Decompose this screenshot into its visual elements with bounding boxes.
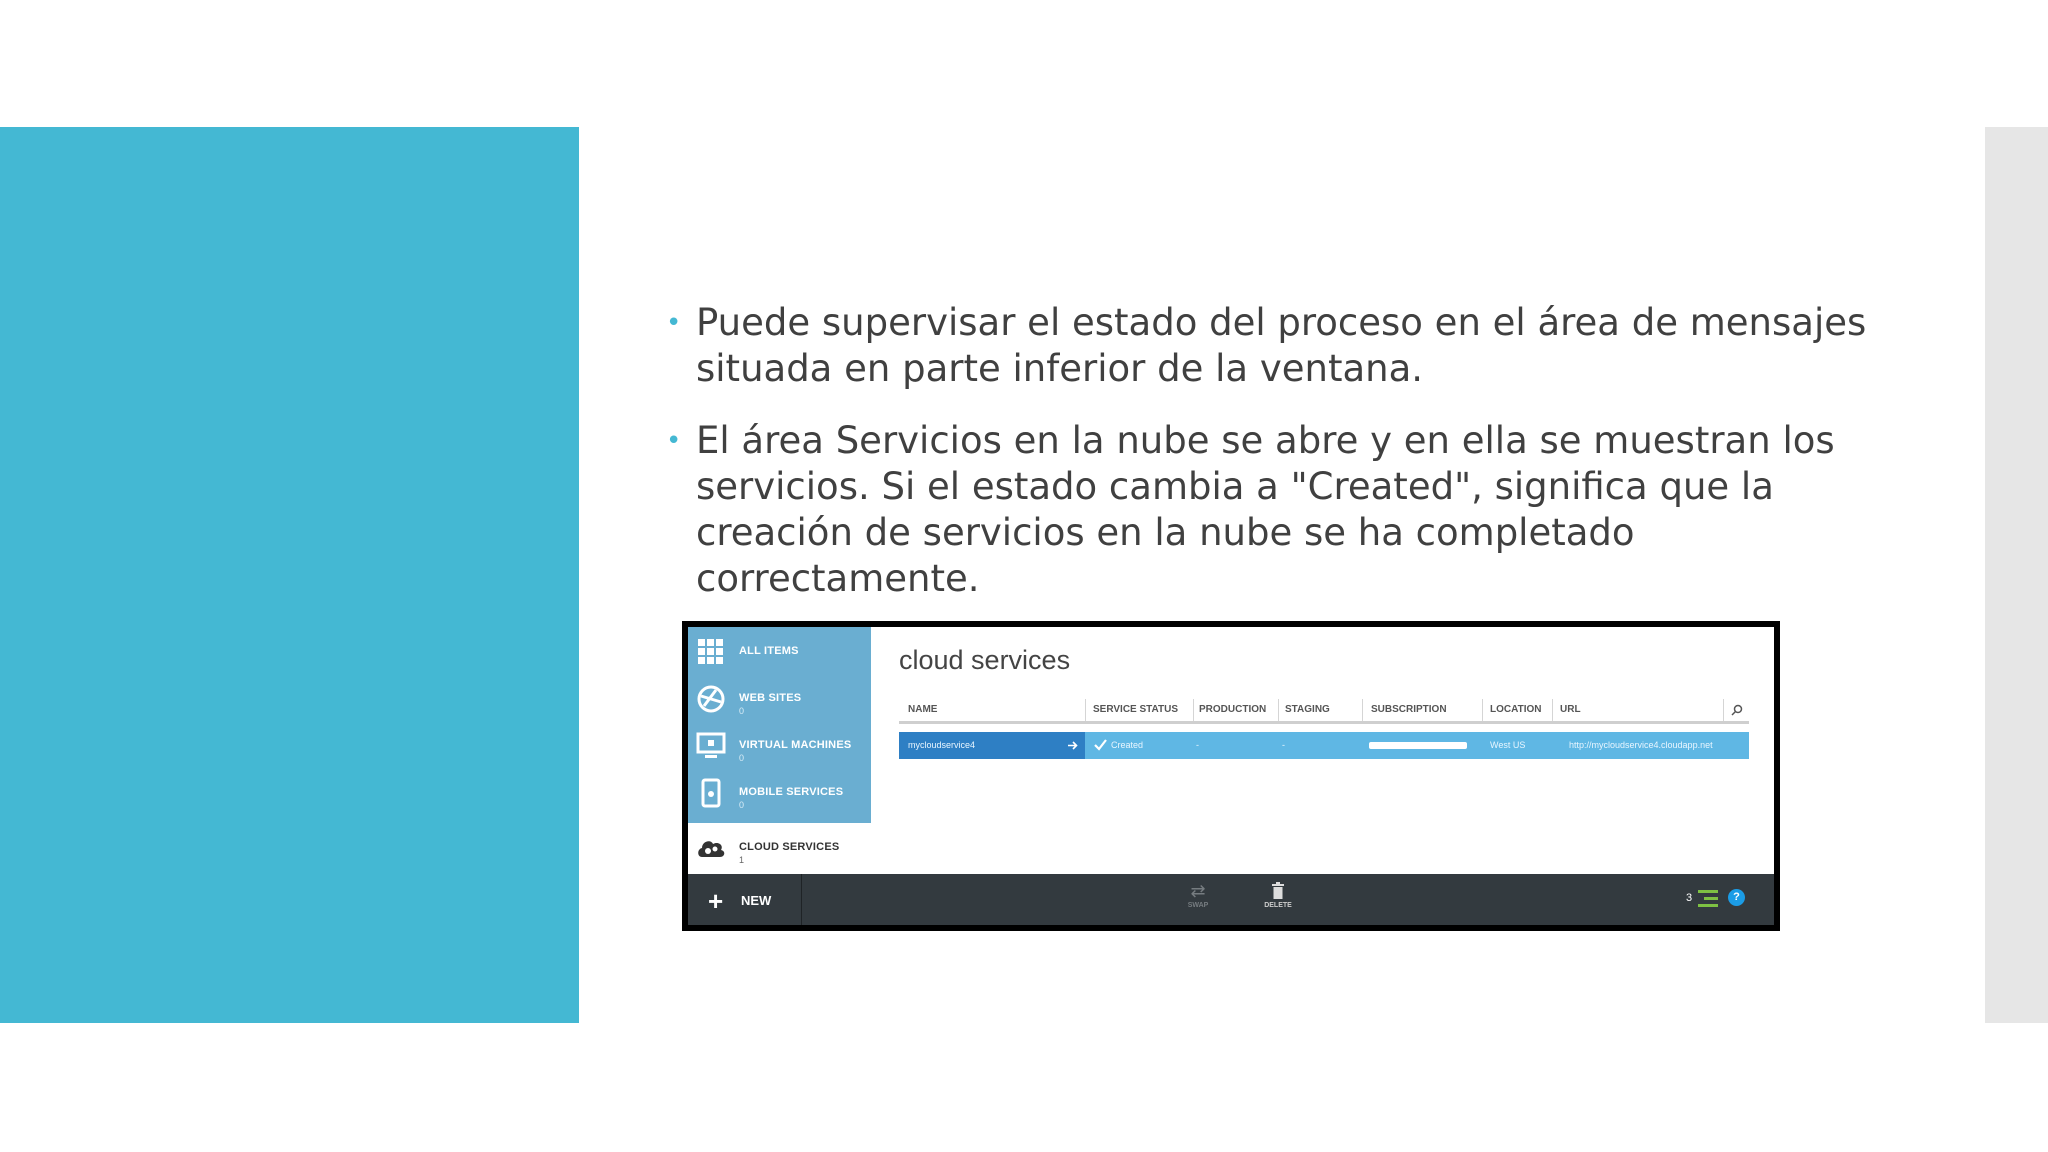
nav-count: 0 [739,706,745,716]
delete-button[interactable]: DELETE [1258,880,1298,909]
task-list-icon[interactable] [1696,888,1720,908]
nav-item-cloud-services[interactable]: CLOUD SERVICES 1 [688,823,871,870]
monitor-icon [696,732,726,758]
nav-label: MOBILE SERVICES [739,786,844,798]
column-divider [1193,699,1194,721]
bullet-item: • El área Servicios en la nube se abre y… [662,418,1882,602]
nav-label: WEB SITES [739,692,802,704]
slide-content: • Puede supervisar el estado del proceso… [662,300,1882,628]
column-header[interactable]: PRODUCTION [1199,704,1266,715]
checkmark-icon [1094,739,1107,751]
column-header[interactable]: LOCATION [1490,704,1541,715]
trash-icon [1272,882,1284,899]
service-status: Created [1111,740,1144,750]
nav-label: ALL ITEMS [739,645,799,657]
nav-label: VIRTUAL MACHINES [739,739,852,751]
column-divider [1723,699,1724,721]
production-value: - [1196,740,1199,750]
column-header[interactable]: URL [1560,704,1581,715]
bullet-text: Puede supervisar el estado del proceso e… [696,301,1867,390]
bullet-dot-icon: • [666,426,682,456]
service-name: mycloudservice4 [908,740,976,750]
command-bar: + NEW ⇄ SWAP DELETE 3 ? [688,874,1774,925]
new-label: NEW [741,893,772,908]
column-divider [1085,699,1086,721]
column-header[interactable]: STAGING [1285,704,1330,715]
bullet-item: • Puede supervisar el estado del proceso… [662,300,1882,392]
nav-item-all-items[interactable]: ALL ITEMS [688,627,871,674]
swap-icon: ⇄ [1190,881,1206,901]
search-icon[interactable] [1731,704,1743,716]
nav-count: 0 [739,800,745,810]
nav-count: 0 [739,753,745,763]
column-divider [1482,699,1483,721]
bullet-dot-icon: • [666,308,682,338]
grid-icon [698,639,723,664]
portal-screenshot: ALL ITEMS WEB SITES 0 VIRTUAL MACHINES 0 [682,621,1780,931]
url-link[interactable]: http://mycloudservice4.cloudapp.net [1569,740,1713,750]
column-header[interactable]: NAME [908,704,937,715]
notification-count: 3 [1686,892,1693,904]
table-row[interactable]: mycloudservice4 Created - - West US http… [899,732,1749,759]
nav-label: CLOUD SERVICES [739,841,840,853]
bullet-text: El área Servicios en la nube se abre y e… [696,419,1835,600]
cloud-gear-icon [698,841,725,857]
column-header[interactable]: SERVICE STATUS [1093,704,1178,715]
mobile-icon [701,778,721,808]
nav-count: 1 [739,855,745,865]
accent-band [0,127,579,1023]
nav-item-mobile-services[interactable]: MOBILE SERVICES 0 [688,768,871,815]
table-header: NAME SERVICE STATUS PRODUCTION STAGING S… [899,699,1749,724]
name-cell[interactable]: mycloudservice4 [899,732,1085,759]
column-header[interactable]: SUBSCRIPTION [1371,704,1447,715]
nav-item-web-sites[interactable]: WEB SITES 0 [688,674,871,721]
web-icon [697,685,725,713]
location-value: West US [1490,740,1526,750]
portal-nav: ALL ITEMS WEB SITES 0 VIRTUAL MACHINES 0 [688,627,871,870]
swap-label: SWAP [1187,902,1209,909]
column-divider [1362,699,1363,721]
staging-value: - [1282,740,1285,750]
column-divider [1552,699,1553,721]
swap-button[interactable]: ⇄ SWAP [1178,880,1218,909]
page-title: cloud services [899,645,1071,675]
new-button[interactable]: + NEW [688,874,802,925]
nav-item-virtual-machines[interactable]: VIRTUAL MACHINES 0 [688,721,871,768]
side-panel [1985,127,2048,1023]
delete-label: DELETE [1264,902,1292,909]
portal-window: ALL ITEMS WEB SITES 0 VIRTUAL MACHINES 0 [688,627,1774,925]
subscription-redacted-bar [1369,742,1467,749]
column-divider [1278,699,1279,721]
arrow-right-icon[interactable] [1067,740,1078,751]
help-icon[interactable]: ? [1728,889,1745,906]
plus-icon: + [708,886,724,916]
